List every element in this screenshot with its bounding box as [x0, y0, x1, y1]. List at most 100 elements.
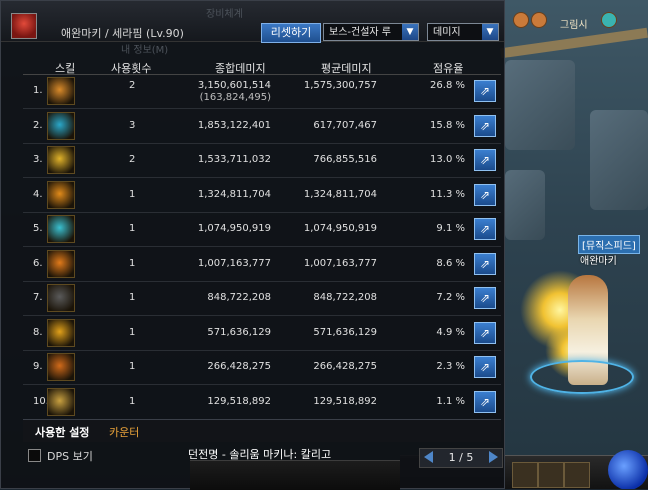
- scene-rock: [590, 110, 648, 210]
- avatar: [11, 13, 37, 39]
- avg-damage: 766,855,516: [313, 154, 377, 165]
- share-percent: 1.1 %: [436, 395, 465, 407]
- table-row: 9. 1 266,428,275 266,428,275 2.3 % ⇗: [23, 350, 501, 385]
- use-count: 1: [129, 257, 136, 269]
- share-icon[interactable]: ⇗: [474, 218, 496, 240]
- player-name-label: 애완마키: [580, 256, 617, 267]
- avg-damage: 266,428,275: [313, 361, 377, 372]
- share-percent: 15.8 %: [430, 119, 465, 131]
- total-damage: 1,007,163,777: [197, 257, 271, 269]
- use-count: 1: [129, 223, 136, 234]
- title-bar[interactable]: 애완마키 / 세라핌 (Lv.90) 장비체계 리셋하기 보스-건설자 루 ▼ …: [1, 1, 504, 43]
- rank: 9.: [33, 361, 43, 372]
- rank: 3.: [33, 154, 43, 165]
- table-row: 5. 1 1,074,950,919 1,074,950,919 9.1 % ⇗: [23, 212, 501, 247]
- use-count: 2: [129, 154, 136, 165]
- share-percent: 26.8 %: [430, 80, 465, 91]
- avg-damage: 617,707,467: [313, 119, 377, 131]
- rank: 5.: [33, 223, 43, 234]
- quickslot[interactable]: [538, 462, 564, 488]
- spark-icon: [47, 318, 75, 347]
- scene-rock: [505, 170, 545, 240]
- lower-status-strip: [190, 460, 400, 490]
- use-count: 1: [129, 292, 136, 303]
- rank: 7.: [33, 292, 43, 303]
- share-icon[interactable]: ⇗: [474, 356, 496, 378]
- table-header: 스킬 사용횟수 종합데미지 평균데미지 점유율: [23, 60, 501, 75]
- chevron-down-icon[interactable]: ▼: [402, 24, 418, 40]
- halo-icon: [47, 387, 75, 416]
- share-percent: 8.6 %: [436, 257, 465, 269]
- share-icon[interactable]: ⇗: [474, 321, 496, 344]
- magic-circle: [530, 360, 634, 394]
- dps-label: DPS 보기: [47, 450, 93, 463]
- golden-light-icon: [47, 146, 75, 174]
- table-row: 1. 2 3,150,601,514 (163,824,495) 1,575,300,7…: [23, 74, 501, 109]
- tab-used-settings[interactable]: 사용한 설정: [35, 424, 89, 440]
- share-icon[interactable]: ⇗: [474, 183, 496, 206]
- total-damage: 848,722,208: [207, 292, 271, 303]
- fire-cross-icon: [47, 180, 75, 209]
- total-damage-sub: (163,824,495): [199, 92, 271, 103]
- scene-rock: [505, 60, 575, 150]
- flame-strike-icon: [47, 353, 75, 381]
- total-damage: 266,428,275: [207, 361, 271, 372]
- avg-damage: 1,575,300,757: [303, 80, 377, 91]
- share-icon[interactable]: ⇗: [474, 252, 496, 275]
- party-member-icon[interactable]: [531, 12, 547, 28]
- holy-shield-icon: [47, 249, 75, 278]
- table-row: 7. 1 848,722,208 848,722,208 7.2 % ⇗: [23, 281, 501, 316]
- chevron-down-icon[interactable]: ▼: [482, 24, 498, 40]
- metric-select[interactable]: 데미지 ▼: [427, 23, 499, 41]
- share-percent: 11.3 %: [430, 188, 465, 200]
- total-damage: 1,533,711,032: [197, 154, 271, 165]
- table-row: 2. 3 1,853,122,401 617,707,467 15.8 % ⇗: [23, 109, 501, 144]
- rank: 1.: [33, 85, 43, 96]
- share-icon[interactable]: ⇗: [474, 149, 496, 171]
- table-row: 10. 1 129,518,892 129,518,892 1.1 % ⇗: [23, 385, 501, 420]
- pager: 1 / 5: [419, 448, 503, 468]
- cyan-blade-icon: [47, 215, 75, 243]
- quickslot[interactable]: [512, 462, 538, 488]
- character-name: 애완마키 / 세라핌 (Lv.90): [61, 27, 184, 40]
- share-icon[interactable]: ⇗: [474, 80, 496, 102]
- tab-counter[interactable]: 카운터: [109, 424, 139, 440]
- next-page-icon[interactable]: [489, 451, 498, 463]
- avg-damage: 1,007,163,777: [303, 257, 377, 269]
- avg-damage: 1,324,811,704: [303, 188, 377, 200]
- avg-damage: 1,074,950,919: [303, 223, 377, 234]
- avg-damage: 848,722,208: [313, 292, 377, 303]
- table-row: 6. 1 1,007,163,777 1,007,163,777 8.6 % ⇗: [23, 247, 501, 282]
- share-icon[interactable]: ⇗: [474, 287, 496, 309]
- use-count: 2: [129, 80, 136, 91]
- metric-select-value: 데미지: [433, 27, 461, 38]
- orange-swirl-icon: [47, 77, 75, 105]
- use-count: 3: [129, 119, 136, 131]
- share-icon[interactable]: ⇗: [474, 114, 496, 137]
- share-percent: 13.0 %: [430, 154, 465, 165]
- boss-select-value: 보스-건설자 루: [329, 27, 391, 38]
- share-icon[interactable]: ⇗: [474, 390, 496, 413]
- settings-tabs: 사용한 설정 카운터: [23, 419, 501, 442]
- ghost-text: 장비체계: [206, 9, 243, 20]
- rank: 8.: [33, 326, 43, 338]
- party-member-icon[interactable]: [601, 12, 617, 28]
- rank: 6.: [33, 257, 43, 269]
- use-count: 1: [129, 326, 136, 338]
- party-member-icon[interactable]: [513, 12, 529, 28]
- avg-damage: 571,636,129: [313, 326, 377, 338]
- use-count: 1: [129, 395, 136, 407]
- avg-damage: 129,518,892: [313, 395, 377, 407]
- quickslot[interactable]: [564, 462, 590, 488]
- reset-button[interactable]: 리셋하기: [261, 23, 321, 43]
- dps-checkbox[interactable]: [28, 449, 41, 462]
- boss-select[interactable]: 보스-건설자 루 ▼: [323, 23, 419, 41]
- table-row: 3. 2 1,533,711,032 766,855,516 13.0 % ⇗: [23, 143, 501, 178]
- use-count: 1: [129, 188, 136, 200]
- total-damage: 129,518,892: [207, 395, 271, 407]
- dark-claw-icon: [47, 284, 75, 312]
- hud-top: 그림시: [505, 8, 648, 38]
- table-row: 8. 1 571,636,129 571,636,129 4.9 % ⇗: [23, 316, 501, 351]
- total-damage: 3,150,601,514: [197, 80, 271, 91]
- total-damage: 1,324,811,704: [197, 188, 271, 200]
